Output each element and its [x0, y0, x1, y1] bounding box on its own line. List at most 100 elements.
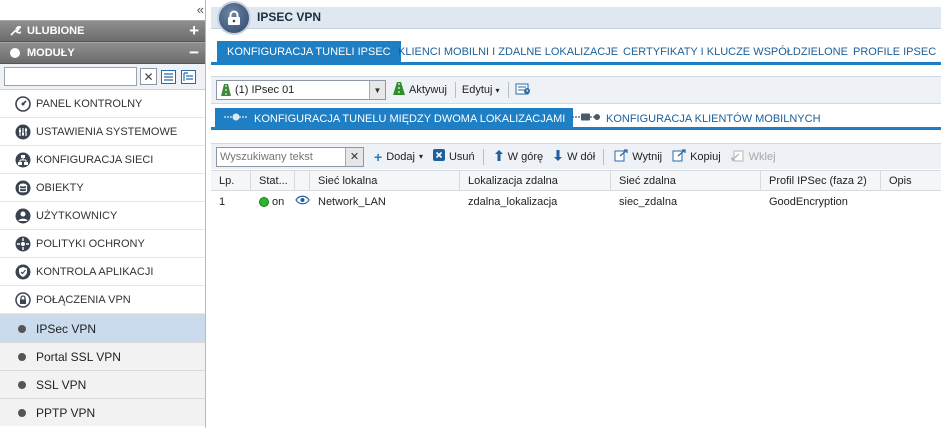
sub-tabs: KONFIGURACJA TUNELU MIĘDZY DWOMA LOKALIZ…	[211, 108, 941, 130]
subtab-site-to-site[interactable]: KONFIGURACJA TUNELU MIĘDZY DWOMA LOKALIZ…	[215, 108, 574, 130]
edit-menu-button[interactable]: Edytuj ▾	[462, 84, 500, 96]
sidebar-subitem-pptp-vpn[interactable]: PPTP VPN	[0, 398, 205, 426]
copy-icon	[672, 148, 686, 165]
sidebar-item-system-settings[interactable]: USTAWIENIA SYSTEMOWE	[0, 118, 205, 146]
page-title: IPSEC VPN	[257, 10, 322, 24]
sliders-icon	[15, 124, 31, 140]
modules-circle-icon	[8, 47, 21, 60]
caret-down-icon: ▾	[418, 152, 423, 161]
sidebar-item-label: UŻYTKOWNICY	[36, 209, 118, 222]
tunnels-table: Lp. Stat... Sieć lokalna Lokalizacja zda…	[211, 170, 941, 212]
sidebar-subitem-label: IPSec VPN	[36, 321, 97, 336]
eye-icon	[295, 195, 310, 208]
delete-label: Usuń	[448, 150, 475, 163]
sidebar-item-label: KONFIGURACJA SIECI	[36, 153, 154, 166]
tunnel-toolbar: (1) IPsec 01 ▼ Aktywuj Edytuj ▾	[211, 76, 941, 104]
sidebar-subitem-label: Portal SSL VPN	[36, 349, 121, 364]
chevron-down-icon[interactable]: ▼	[369, 81, 385, 99]
sidebar-search-input[interactable]	[4, 67, 137, 86]
bullet-icon	[18, 408, 26, 417]
favorites-add-icon[interactable]: +	[189, 22, 199, 39]
cell-visibility[interactable]	[295, 191, 310, 212]
sidebar-subitem-ssl-vpn[interactable]: SSL VPN	[0, 370, 205, 398]
paste-button[interactable]: Wklej	[731, 148, 776, 165]
clear-search-icon[interactable]: ✕	[345, 147, 363, 166]
config-history-button[interactable]	[515, 82, 531, 99]
bullet-icon	[18, 324, 26, 333]
toolbar-separator	[507, 82, 509, 98]
cut-button[interactable]: Wytnij	[614, 148, 662, 165]
tab-certificates[interactable]: CERTYFIKATY I KLUCZE WSPÓŁDZIELONE	[613, 41, 858, 63]
delete-button[interactable]: Usuń	[432, 149, 475, 164]
table-header-row: Lp. Stat... Sieć lokalna Lokalizacja zda…	[211, 170, 941, 191]
sidebar-item-objects[interactable]: OBIEKTY	[0, 174, 205, 202]
network-icon	[15, 152, 31, 168]
sidebar-subitem-ssl-portal[interactable]: Portal SSL VPN	[0, 342, 205, 370]
modules-collapse-icon[interactable]: −	[189, 44, 199, 61]
vpn-lock-icon	[217, 1, 251, 35]
edit-label: Edytuj	[461, 84, 493, 96]
rules-search-box: ✕	[216, 146, 364, 167]
column-header-description[interactable]: Opis	[881, 171, 941, 190]
cell-status[interactable]: on	[251, 191, 295, 212]
policy-icon	[15, 236, 31, 252]
wrench-icon	[8, 25, 21, 38]
favorites-label: ULUBIONE	[27, 25, 85, 37]
toolbar-separator	[482, 148, 484, 165]
modules-header[interactable]: MODUŁY −	[0, 42, 205, 64]
vpn-config-value: (1) IPsec 01	[235, 84, 295, 96]
sidebar: « ULUBIONE + MODUŁY − ✕ PANEL KONTROLNY …	[0, 0, 206, 428]
column-header-remote-location[interactable]: Lokalizacja zdalna	[460, 171, 611, 190]
cell-local-network: Network_LAN	[318, 195, 386, 208]
column-header-lp[interactable]: Lp.	[211, 171, 251, 190]
history-icon	[515, 82, 531, 99]
cell-description	[881, 191, 941, 212]
column-header-remote-network[interactable]: Sieć zdalna	[611, 171, 761, 190]
sidebar-item-label: PANEL KONTROLNY	[36, 97, 143, 110]
cut-icon	[614, 148, 628, 165]
move-down-button[interactable]: W dół	[553, 149, 595, 165]
column-header-status[interactable]: Stat...	[251, 171, 295, 190]
cell-lp: 1	[219, 195, 226, 208]
activate-button[interactable]: Aktywuj	[392, 81, 447, 99]
sidebar-item-users[interactable]: UŻYTKOWNICY	[0, 202, 205, 230]
cut-label: Wytnij	[632, 150, 663, 163]
clear-search-icon[interactable]: ✕	[140, 68, 157, 85]
toolbar-separator	[603, 148, 605, 165]
copy-button[interactable]: Kopiuj	[672, 148, 721, 165]
modules-label: MODUŁY	[27, 47, 75, 59]
sidebar-item-vpn[interactable]: POŁĄCZENIA VPN	[0, 286, 205, 314]
column-header-visibility[interactable]	[295, 171, 310, 190]
favorites-header[interactable]: ULUBIONE +	[0, 20, 205, 42]
vpn-config-select[interactable]: (1) IPsec 01 ▼	[216, 80, 386, 100]
sidebar-item-panel[interactable]: PANEL KONTROLNY	[0, 90, 205, 118]
cell-remote-location: zdalna_lokalizacja	[468, 195, 558, 208]
tab-mobile-clients[interactable]: KLIENCI MOBILNI I ZDALNE LOKALIZACJE	[388, 41, 628, 63]
user-icon	[15, 208, 31, 224]
column-header-ipsec-profile[interactable]: Profil IPSec (faza 2)	[761, 171, 881, 190]
tree-view-icon[interactable]	[180, 68, 197, 85]
move-up-button[interactable]: W górę	[494, 149, 543, 165]
site-to-site-icon	[223, 108, 249, 130]
tab-ipsec-tunnels[interactable]: KONFIGURACJA TUNELI IPSEC	[217, 41, 401, 65]
column-header-local-network[interactable]: Sieć lokalna	[310, 171, 460, 190]
main-panel: IPSEC VPN KONFIGURACJA TUNELI IPSEC KLIE…	[211, 0, 941, 428]
add-button[interactable]: + Dodaj ▾	[374, 149, 423, 165]
sidebar-item-app-control[interactable]: KONTROLA APLIKACJI	[0, 258, 205, 286]
collapse-icon[interactable]: «	[197, 2, 204, 17]
sidebar-search-bar: ✕	[0, 64, 205, 90]
sidebar-item-network[interactable]: KONFIGURACJA SIECI	[0, 146, 205, 174]
activate-label: Aktywuj	[409, 84, 447, 96]
sidebar-subitem-ipsec-vpn[interactable]: IPSec VPN	[0, 314, 205, 342]
tab-ipsec-profiles[interactable]: PROFILE IPSEC	[843, 41, 941, 63]
paste-icon	[731, 148, 745, 165]
subtab-mobile-clients[interactable]: KONFIGURACJA KLIENTÓW MOBILNYCH	[563, 108, 829, 130]
rules-search-input[interactable]	[217, 147, 342, 166]
table-row[interactable]: 1 on Network_LAN zdalna_lokalizacja siec…	[211, 191, 941, 212]
gauge-icon	[15, 95, 31, 112]
main-tabs: KONFIGURACJA TUNELI IPSEC KLIENCI MOBILN…	[211, 41, 941, 65]
mobile-clients-icon	[571, 108, 601, 130]
list-view-icon[interactable]	[160, 68, 177, 85]
database-icon	[15, 180, 31, 196]
sidebar-item-policies[interactable]: POLITYKI OCHRONY	[0, 230, 205, 258]
